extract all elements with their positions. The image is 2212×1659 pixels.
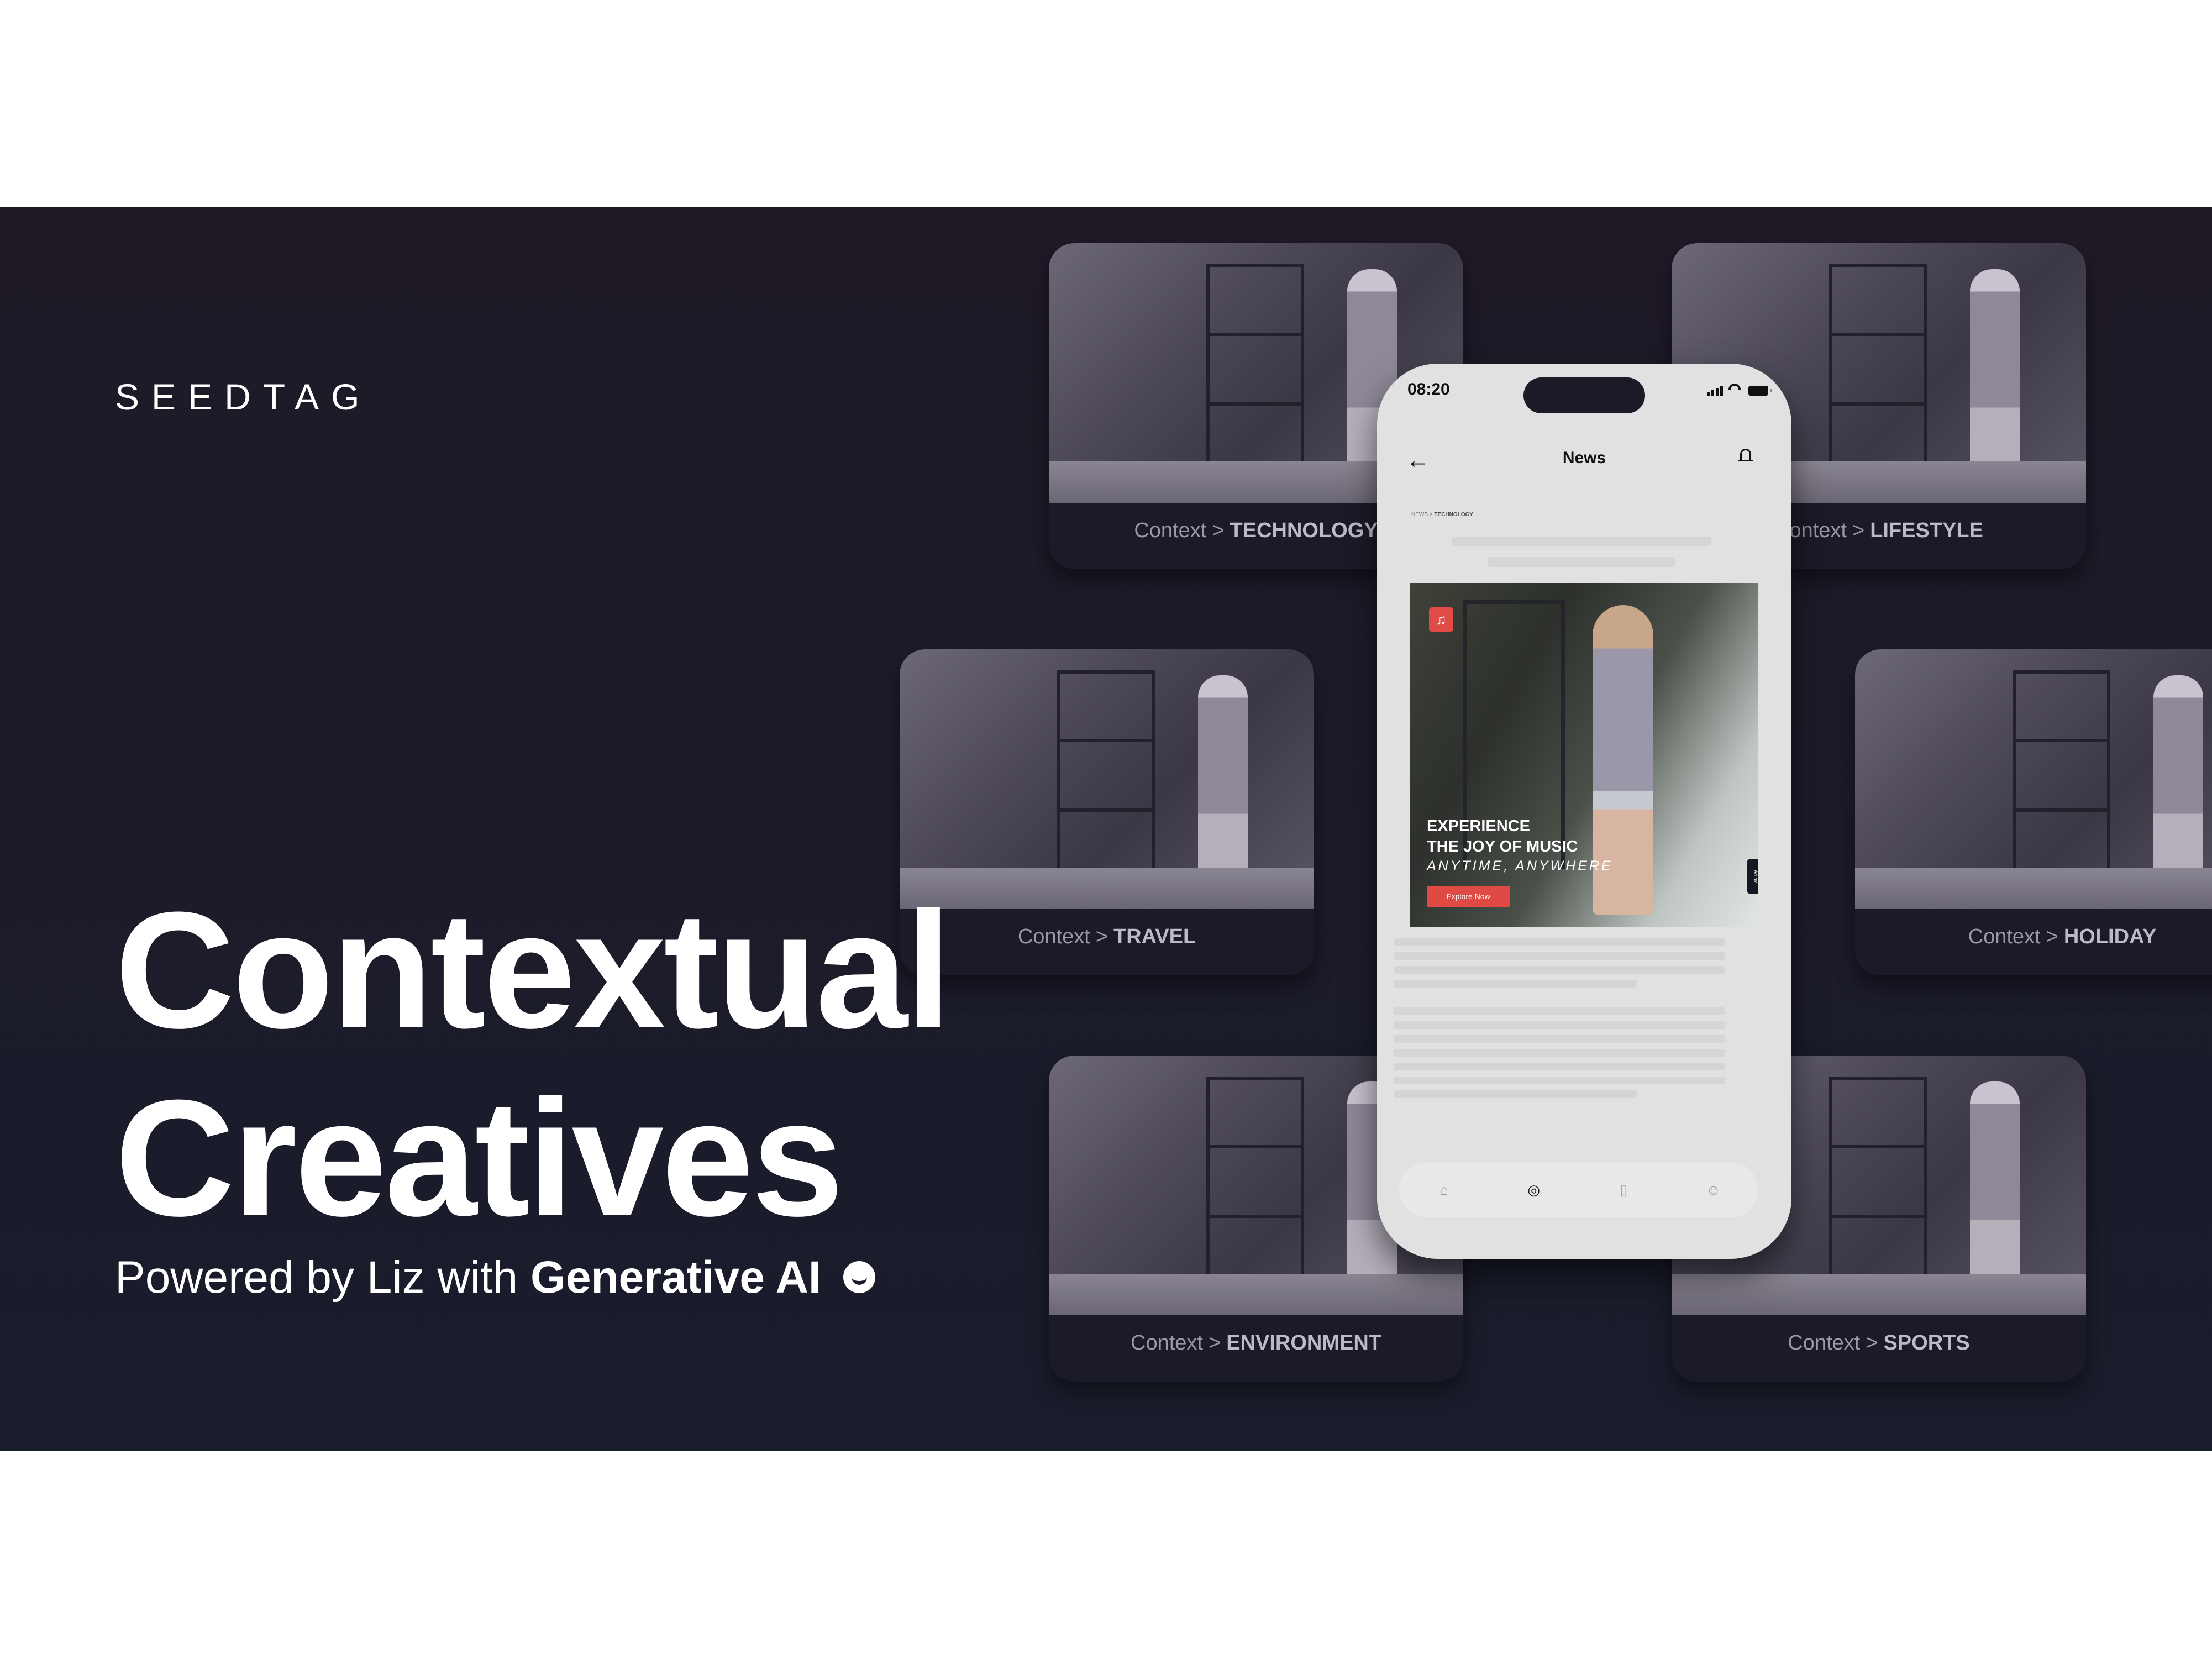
hero-title: Contextual Creatives [115,876,952,1252]
skeleton-line [1488,557,1675,567]
card-photo [900,649,1314,909]
skeleton-line [1394,938,1725,946]
card-label: Context > ENVIRONMENT [1131,1331,1381,1355]
skeleton-line [1394,1077,1725,1084]
profile-icon[interactable]: ☺ [1705,1181,1722,1199]
skeleton-line [1394,1049,1725,1057]
explore-now-button[interactable]: Explore Now [1427,886,1510,907]
skeleton-line [1394,980,1637,988]
tab-bar: ⌂ ◎ ▯ ☺ [1399,1162,1758,1217]
skeleton-line [1394,966,1725,974]
subtitle-light: Powered by Liz with [115,1252,518,1303]
subtitle-bold: Generative AI [530,1252,821,1303]
card-label: Context > HOLIDAY [1968,925,2157,948]
hero-subtitle: Powered by Liz with Generative AI [115,1252,876,1304]
home-icon[interactable]: ⌂ [1435,1181,1453,1199]
context-card-holiday: Context > HOLIDAY [1855,649,2212,975]
phone-mockup: 08:20 ← News NEWS > TECHNOLOGY ♫ EXPERIE… [1377,364,1791,1259]
card-label: Context > SPORTS [1788,1331,1970,1355]
status-icons [1707,384,1772,396]
context-card-travel: Context > TRAVEL [900,649,1314,975]
nav-bar: ← News [1377,441,1791,480]
bookmark-icon[interactable]: ▯ [1615,1181,1632,1199]
ad-tagline: ANYTIME, ANYWHERE [1427,858,1613,874]
nav-title: News [1562,449,1606,467]
hero-title-line1: Contextual [115,877,952,1063]
hero-banner: SEEDTAG Context > TECHNOLOGY Context > LIFES… [0,207,2212,1451]
music-note-icon: ♫ [1429,607,1453,632]
skeleton-line [1394,1021,1725,1029]
battery-icon [1748,386,1772,396]
breadcrumb-section[interactable]: NEWS [1411,512,1428,518]
skeleton-line [1394,1035,1725,1043]
hero-title-line2: Creatives [115,1065,844,1251]
skeleton-line [1452,537,1711,546]
ad-headline: EXPERIENCE THE JOY OF MUSIC [1427,817,1578,855]
signal-icon [1707,386,1723,396]
breadcrumb-current: TECHNOLOGY [1434,512,1473,518]
skeleton-line [1394,1063,1725,1070]
ad-creative[interactable]: ♫ EXPERIENCE THE JOY OF MUSIC ANYTIME, A… [1410,583,1758,927]
skeleton-line [1394,952,1725,960]
compass-icon[interactable]: ◎ [1525,1181,1543,1199]
card-photo [1855,649,2212,909]
liz-smile-icon [843,1261,876,1294]
skeleton-line [1394,1007,1725,1015]
card-label: Context > TRAVEL [1017,925,1196,948]
breadcrumb: NEWS > TECHNOLOGY [1411,512,1473,518]
bell-icon[interactable] [1738,448,1753,464]
dynamic-island [1523,377,1645,413]
status-time: 08:20 [1407,380,1450,398]
seedtag-logo: SEEDTAG [115,376,372,417]
ad-by-badge[interactable]: Ad by [1747,859,1758,894]
wifi-icon [1728,384,1743,396]
skeleton-line [1394,1090,1637,1098]
